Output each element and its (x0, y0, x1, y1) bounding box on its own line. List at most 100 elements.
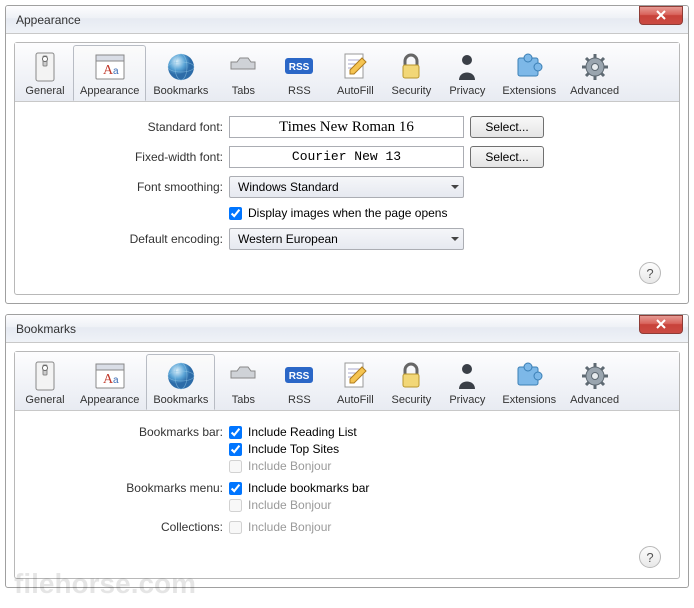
bookmarks-bar-label: Bookmarks bar: (33, 425, 223, 439)
tab-label: Security (391, 85, 431, 97)
tab-label: AutoFill (337, 85, 374, 97)
close-icon (656, 10, 666, 20)
close-button[interactable] (639, 6, 683, 25)
include-reading-checkbox[interactable] (229, 426, 242, 439)
tab-tabs[interactable]: Tabs (215, 45, 271, 101)
tab-appearance[interactable]: Aa Appearance (73, 45, 146, 101)
tab-appearance[interactable]: Aa Appearance (73, 354, 146, 410)
display-images-row: Display images when the page opens (229, 206, 661, 220)
include-bonjour-bar-checkbox (229, 460, 242, 473)
select-standard-font-button[interactable]: Select... (470, 116, 544, 138)
puzzle-icon (513, 51, 545, 83)
tab-label: Appearance (80, 394, 139, 406)
tab-label: General (25, 394, 64, 406)
tab-label: Privacy (449, 394, 485, 406)
appearance-window: Appearance General Aa Appearance (5, 5, 689, 304)
gear-icon (579, 51, 611, 83)
tab-autofill[interactable]: AutoFill (327, 45, 383, 101)
panel: General Aa Appearance Bookmarks Tabs (14, 42, 680, 295)
tab-label: Bookmarks (153, 85, 208, 97)
include-top-checkbox[interactable] (229, 443, 242, 456)
pencil-icon (339, 51, 371, 83)
gear-icon (579, 360, 611, 392)
tab-autofill[interactable]: AutoFill (327, 354, 383, 410)
pencil-icon (339, 360, 371, 392)
bookmarks-window: Bookmarks General Aa Appearance (5, 314, 689, 588)
switch-icon (29, 360, 61, 392)
tab-label: Security (391, 394, 431, 406)
svg-text:a: a (113, 375, 119, 386)
globe-icon (165, 360, 197, 392)
bookmarks-content: Bookmarks bar: Include Reading List Incl… (15, 411, 679, 578)
chevron-down-icon (451, 185, 459, 189)
tab-bookmarks[interactable]: Bookmarks (146, 354, 215, 410)
tab-tabs[interactable]: Tabs (215, 354, 271, 410)
help-button[interactable]: ? (639, 546, 661, 568)
select-fixed-font-button[interactable]: Select... (470, 146, 544, 168)
rss-icon: RSS (283, 51, 315, 83)
collections-label: Collections: (33, 520, 223, 534)
panel: General Aa Appearance Bookmarks Tabs (14, 351, 680, 579)
tab-privacy[interactable]: Privacy (439, 45, 495, 101)
encoding-label: Default encoding: (33, 232, 223, 246)
close-button[interactable] (639, 315, 683, 334)
switch-icon (29, 51, 61, 83)
tab-label: Tabs (232, 85, 255, 97)
display-images-label: Display images when the page opens (248, 206, 447, 220)
include-bonjour-bar-label: Include Bonjour (248, 459, 331, 473)
tab-general[interactable]: General (17, 45, 73, 101)
tab-advanced[interactable]: Advanced (563, 354, 626, 410)
tab-privacy[interactable]: Privacy (439, 354, 495, 410)
svg-text:RSS: RSS (289, 371, 310, 382)
encoding-combo[interactable]: Western European (229, 228, 464, 250)
lock-icon (395, 51, 427, 83)
tab-label: Tabs (232, 394, 255, 406)
tab-label: Extensions (502, 85, 556, 97)
tab-label: General (25, 85, 64, 97)
titlebar: Appearance (6, 6, 688, 34)
tab-rss[interactable]: RSS RSS (271, 45, 327, 101)
standard-font-value: Times New Roman 16 (229, 116, 464, 138)
tab-label: Extensions (502, 394, 556, 406)
tab-advanced[interactable]: Advanced (563, 45, 626, 101)
help-button[interactable]: ? (639, 262, 661, 284)
fixed-font-label: Fixed-width font: (33, 150, 223, 164)
rss-icon: RSS (283, 360, 315, 392)
tab-label: Bookmarks (153, 394, 208, 406)
standard-font-label: Standard font: (33, 120, 223, 134)
include-bookmarks-bar-checkbox[interactable] (229, 482, 242, 495)
display-images-checkbox[interactable] (229, 207, 242, 220)
tab-label: RSS (288, 85, 311, 97)
include-bonjour-menu-checkbox (229, 499, 242, 512)
tab-security[interactable]: Security (383, 45, 439, 101)
tab-bookmarks[interactable]: Bookmarks (146, 45, 215, 101)
chevron-down-icon (451, 237, 459, 241)
silhouette-icon (451, 51, 483, 83)
tab-extensions[interactable]: Extensions (495, 354, 563, 410)
include-bonjour-menu-label: Include Bonjour (248, 498, 331, 512)
tab-label: Advanced (570, 85, 619, 97)
tab-general[interactable]: General (17, 354, 73, 410)
include-bookmarks-bar-label: Include bookmarks bar (248, 481, 369, 495)
smoothing-value: Windows Standard (238, 180, 339, 194)
include-bonjour-collections-label: Include Bonjour (248, 520, 331, 534)
tab-extensions[interactable]: Extensions (495, 45, 563, 101)
window-title: Bookmarks (16, 322, 76, 336)
tab-label: Advanced (570, 394, 619, 406)
tab-rss[interactable]: RSS RSS (271, 354, 327, 410)
encoding-value: Western European (238, 232, 338, 246)
tab-security[interactable]: Security (383, 354, 439, 410)
smoothing-combo[interactable]: Windows Standard (229, 176, 464, 198)
include-top-label: Include Top Sites (248, 442, 339, 456)
svg-text:RSS: RSS (289, 62, 310, 73)
silhouette-icon (451, 360, 483, 392)
appearance-icon: Aa (94, 360, 126, 392)
preferences-toolbar: General Aa Appearance Bookmarks Tabs (15, 43, 679, 102)
smoothing-label: Font smoothing: (33, 180, 223, 194)
tab-icon (227, 360, 259, 392)
bookmarks-menu-label: Bookmarks menu: (33, 481, 223, 495)
globe-icon (165, 51, 197, 83)
titlebar: Bookmarks (6, 315, 688, 343)
fixed-font-value: Courier New 13 (229, 146, 464, 168)
appearance-icon: Aa (94, 51, 126, 83)
